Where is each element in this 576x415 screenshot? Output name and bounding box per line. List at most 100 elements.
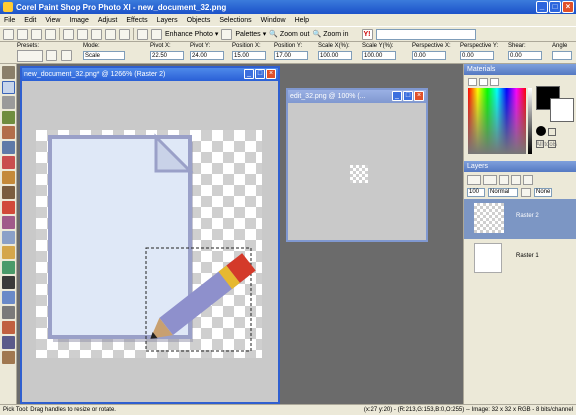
document-artwork: [48, 133, 256, 352]
eraser-icon[interactable]: [2, 246, 15, 259]
perspective-x-field[interactable]: 0.00: [412, 51, 446, 60]
menu-view[interactable]: View: [45, 17, 60, 24]
image-thumbnail[interactable]: [350, 165, 368, 183]
image-canvas[interactable]: [36, 130, 262, 358]
sun-icon[interactable]: [221, 28, 233, 40]
menu-window[interactable]: Window: [261, 17, 286, 24]
minimize-button[interactable]: _: [244, 69, 254, 79]
minimize-button[interactable]: _: [536, 1, 548, 13]
palettes-button[interactable]: Palettes ▾: [235, 30, 266, 39]
airbrush-icon[interactable]: [2, 216, 15, 229]
perspective-y-field[interactable]: 0.00: [460, 51, 494, 60]
pivot-x-field[interactable]: 22.50: [150, 51, 184, 60]
flip-icon[interactable]: [61, 50, 72, 61]
maximize-button[interactable]: □: [549, 1, 561, 13]
all-tools-checkbox[interactable]: All tools: [536, 142, 557, 148]
swatches-icon[interactable]: [490, 78, 499, 86]
app-titlebar: Corel Paint Shop Pro Photo XI - new_docu…: [0, 0, 576, 14]
background-swatch[interactable]: [550, 98, 574, 122]
position-y-field[interactable]: 17.00: [274, 51, 308, 60]
minimize-button[interactable]: _: [392, 91, 402, 101]
menu-layers[interactable]: Layers: [157, 17, 178, 24]
delete-layer-icon[interactable]: [511, 175, 521, 185]
save-icon[interactable]: [31, 28, 42, 40]
close-button[interactable]: ×: [562, 1, 574, 13]
copy-icon[interactable]: [77, 28, 88, 40]
ruler-icon[interactable]: [151, 28, 162, 40]
menu-image[interactable]: Image: [69, 17, 88, 24]
enhance-photo-button[interactable]: Enhance Photo ▾: [165, 30, 218, 39]
restore-button[interactable]: □: [403, 91, 413, 101]
grid-icon[interactable]: [137, 28, 148, 40]
layer-row[interactable]: Raster 1: [464, 239, 576, 279]
paint-brush-icon[interactable]: [2, 201, 15, 214]
frame-icon[interactable]: [468, 78, 477, 86]
zoom-in-button[interactable]: 🔍 Zoom in: [313, 30, 349, 39]
search-input[interactable]: [375, 28, 476, 40]
opacity-field[interactable]: 100: [467, 188, 485, 197]
document-titlebar[interactable]: new_document_32.png* @ 1266% (Raster 2) …: [22, 68, 278, 81]
position-x-field[interactable]: 15.00: [232, 51, 266, 60]
scale-x-field[interactable]: 100.00: [318, 51, 352, 60]
makeover-tool-icon[interactable]: [2, 171, 15, 184]
new-mask-icon[interactable]: [483, 175, 497, 185]
document-titlebar[interactable]: edit_32.png @ 100% (... _ □ ×: [288, 90, 426, 103]
close-button[interactable]: ×: [414, 91, 424, 101]
open-icon[interactable]: [17, 28, 28, 40]
presets-dropdown[interactable]: [17, 50, 43, 62]
shear-field[interactable]: 0.00: [508, 51, 542, 60]
menu-selections[interactable]: Selections: [219, 17, 251, 24]
link-icon[interactable]: [521, 188, 531, 197]
pan-tool-icon[interactable]: [2, 66, 15, 79]
lighten-darken-icon[interactable]: [2, 231, 15, 244]
menu-help[interactable]: Help: [295, 17, 309, 24]
clone-tool-icon[interactable]: [2, 186, 15, 199]
yahoo-icon[interactable]: Y!: [361, 28, 373, 40]
print-icon[interactable]: [45, 28, 56, 40]
reset-icon[interactable]: [46, 50, 57, 61]
close-button[interactable]: ×: [266, 69, 276, 79]
zoom-out-button[interactable]: 🔍 Zoom out: [269, 30, 309, 39]
straighten-tool-icon[interactable]: [2, 141, 15, 154]
lock-select[interactable]: None: [534, 188, 552, 197]
pick-tool-icon[interactable]: [2, 81, 15, 94]
layer-properties-icon[interactable]: [523, 175, 533, 185]
restore-button[interactable]: □: [255, 69, 265, 79]
menu-file[interactable]: File: [4, 17, 15, 24]
fill-style-icon[interactable]: [536, 126, 546, 136]
warp-brush-icon[interactable]: [2, 321, 15, 334]
cut-icon[interactable]: [63, 28, 74, 40]
angle-field[interactable]: [552, 51, 572, 60]
red-eye-tool-icon[interactable]: [2, 156, 15, 169]
text-tool-icon[interactable]: [2, 276, 15, 289]
new-icon[interactable]: [3, 28, 14, 40]
menu-objects[interactable]: Objects: [187, 17, 211, 24]
pen-tool-icon[interactable]: [2, 306, 15, 319]
color-picker[interactable]: [468, 88, 526, 154]
document-window-main[interactable]: new_document_32.png* @ 1266% (Raster 2) …: [20, 66, 280, 404]
duplicate-layer-icon[interactable]: [499, 175, 509, 185]
rainbow-icon[interactable]: [479, 78, 488, 86]
pattern-icon[interactable]: [548, 128, 556, 136]
shape-tool-icon[interactable]: [2, 291, 15, 304]
scale-y-field[interactable]: 100.00: [362, 51, 396, 60]
selection-tool-icon[interactable]: [2, 96, 15, 109]
new-layer-icon[interactable]: [467, 175, 481, 185]
menu-adjust[interactable]: Adjust: [98, 17, 117, 24]
menu-edit[interactable]: Edit: [24, 17, 36, 24]
mode-select[interactable]: Scale: [83, 51, 125, 60]
mesh-warp-icon[interactable]: [2, 336, 15, 349]
paste-icon[interactable]: [91, 28, 102, 40]
undo-icon[interactable]: [105, 28, 116, 40]
lightness-strip[interactable]: [528, 88, 532, 154]
redo-icon[interactable]: [119, 28, 130, 40]
flood-fill-icon[interactable]: [2, 261, 15, 274]
document-window-edit[interactable]: edit_32.png @ 100% (... _ □ ×: [286, 88, 428, 242]
layer-row[interactable]: Raster 2: [464, 199, 576, 239]
pivot-y-field[interactable]: 24.00: [190, 51, 224, 60]
dropper-tool-icon[interactable]: [2, 111, 15, 124]
oil-brush-icon[interactable]: [2, 351, 15, 364]
crop-tool-icon[interactable]: [2, 126, 15, 139]
menu-effects[interactable]: Effects: [126, 17, 147, 24]
blend-mode-select[interactable]: Normal: [488, 188, 518, 197]
